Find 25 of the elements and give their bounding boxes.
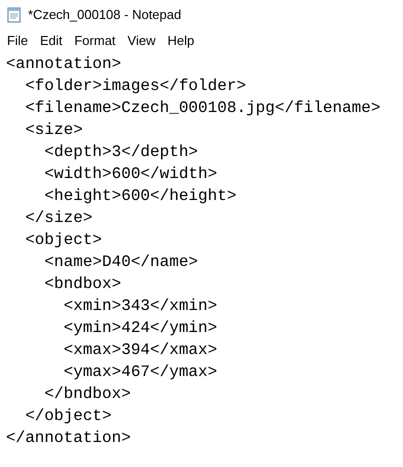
text-line: <object> bbox=[24, 230, 102, 251]
text-line: <annotation> bbox=[6, 54, 122, 75]
text-line: <ymax>467</ymax> bbox=[62, 362, 218, 383]
window-title: *Czech_000108 - Notepad bbox=[28, 6, 182, 24]
text-line: <folder>images</folder> bbox=[24, 76, 246, 97]
menu-item[interactable]: Help bbox=[161, 31, 200, 51]
text-line: <width>600</width> bbox=[43, 164, 218, 185]
text-line: <height>600</height> bbox=[43, 186, 236, 207]
menu-item[interactable]: View bbox=[122, 31, 162, 51]
text-line: <size> bbox=[24, 120, 83, 141]
menu-item[interactable]: File bbox=[1, 31, 34, 51]
text-line: <filename>Czech_000108.jpg</filename> bbox=[24, 98, 380, 119]
text-line: <depth>3</depth> bbox=[43, 142, 198, 163]
text-line: </bndbox> bbox=[43, 384, 131, 405]
text-line: </object> bbox=[24, 406, 112, 427]
notepad-icon bbox=[6, 7, 22, 23]
text-line: <bndbox> bbox=[43, 274, 122, 295]
text-line: <xmin>343</xmin> bbox=[62, 296, 218, 317]
text-line: <name>D40</name> bbox=[43, 252, 198, 273]
menu-item[interactable]: Format bbox=[68, 31, 122, 51]
menu-item[interactable]: Edit bbox=[34, 31, 68, 51]
text-line: <xmax>394</xmax> bbox=[62, 340, 218, 361]
text-line: <ymin>424</ymin> bbox=[62, 318, 218, 339]
text-line: </size> bbox=[24, 208, 92, 229]
text-line: </annotation> bbox=[6, 428, 131, 449]
